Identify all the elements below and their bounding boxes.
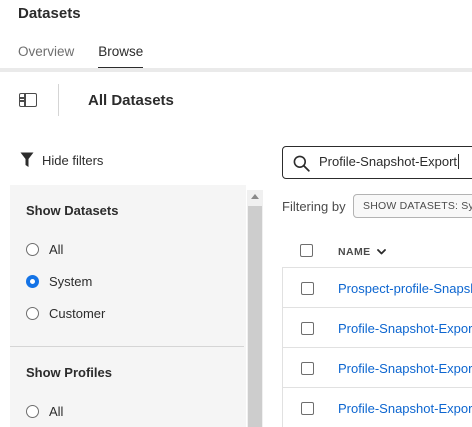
app-title: Datasets — [18, 5, 81, 22]
row-checkbox[interactable] — [301, 402, 314, 415]
chevron-down-icon — [376, 249, 386, 255]
tab-overview[interactable]: Overview — [18, 44, 74, 68]
show-profiles-heading: Show Profiles — [26, 365, 112, 380]
active-filter-tag[interactable]: SHOW DATASETS: System — [353, 194, 472, 218]
scroll-up-arrow-icon[interactable] — [251, 194, 259, 199]
filter-scrollbar[interactable] — [247, 190, 263, 427]
radio-button[interactable] — [26, 405, 39, 418]
radio-button[interactable] — [26, 243, 39, 256]
tab-bar: Overview Browse — [18, 44, 144, 69]
radio-profiles-all[interactable]: All — [26, 404, 63, 419]
radio-datasets-system[interactable]: System — [26, 274, 92, 289]
hide-filters-label: Hide filters — [42, 152, 104, 168]
filtering-by-label: Filtering by — [282, 199, 346, 214]
show-datasets-heading: Show Datasets — [26, 203, 119, 218]
toolbar-divider — [58, 84, 59, 116]
filter-panel: Show Datasets All System Customer Show P… — [10, 185, 246, 427]
table-header: NAME — [283, 232, 472, 268]
radio-label: Customer — [49, 306, 106, 321]
radio-datasets-customer[interactable]: Customer — [26, 306, 105, 321]
search-input[interactable]: Profile-Snapshot-Export — [319, 154, 472, 172]
table-row[interactable]: Profile-Snapshot-Export — [282, 387, 472, 427]
select-all-checkbox[interactable] — [300, 244, 313, 257]
page-title: All Datasets — [88, 92, 174, 109]
filter-divider — [10, 346, 244, 347]
radio-label: All — [49, 242, 64, 257]
sidebar-panel-icon[interactable] — [19, 93, 37, 107]
radio-label: All — [49, 404, 64, 419]
table-row[interactable]: Prospect-profile-Snapshot-Export — [282, 267, 472, 308]
tab-browse[interactable]: Browse — [98, 44, 144, 69]
radio-label: System — [49, 274, 93, 289]
header-divider — [0, 68, 472, 72]
dataset-name-link[interactable]: Profile-Snapshot-Export — [338, 321, 472, 336]
scrollbar-thumb[interactable] — [248, 206, 262, 427]
row-checkbox[interactable] — [301, 362, 314, 375]
column-header-name[interactable]: NAME — [338, 246, 386, 258]
radio-button[interactable] — [26, 307, 39, 320]
search-field[interactable]: Profile-Snapshot-Export — [282, 146, 472, 179]
table-row[interactable]: Profile-Snapshot-Export — [282, 347, 472, 388]
radio-datasets-all[interactable]: All — [26, 242, 63, 257]
table-row[interactable]: Profile-Snapshot-Export — [282, 307, 472, 348]
column-header-label: NAME — [338, 246, 371, 258]
text-cursor — [458, 154, 460, 169]
dataset-name-link[interactable]: Prospect-profile-Snapshot-Export — [338, 281, 472, 296]
hide-filters-button[interactable]: Hide filters — [20, 152, 103, 168]
dataset-name-link[interactable]: Profile-Snapshot-Export — [338, 401, 472, 416]
search-icon — [293, 155, 310, 172]
radio-button-selected[interactable] — [26, 275, 39, 288]
row-checkbox[interactable] — [301, 322, 314, 335]
datasets-browse-page: Datasets Overview Browse All Datasets Hi… — [0, 0, 472, 427]
row-checkbox[interactable] — [301, 282, 314, 295]
search-input-value: Profile-Snapshot-Export — [319, 154, 458, 169]
dataset-name-link[interactable]: Profile-Snapshot-Export — [338, 361, 472, 376]
dataset-table-body: Prospect-profile-Snapshot-Export Profile… — [282, 267, 472, 427]
filter-icon — [20, 152, 34, 167]
